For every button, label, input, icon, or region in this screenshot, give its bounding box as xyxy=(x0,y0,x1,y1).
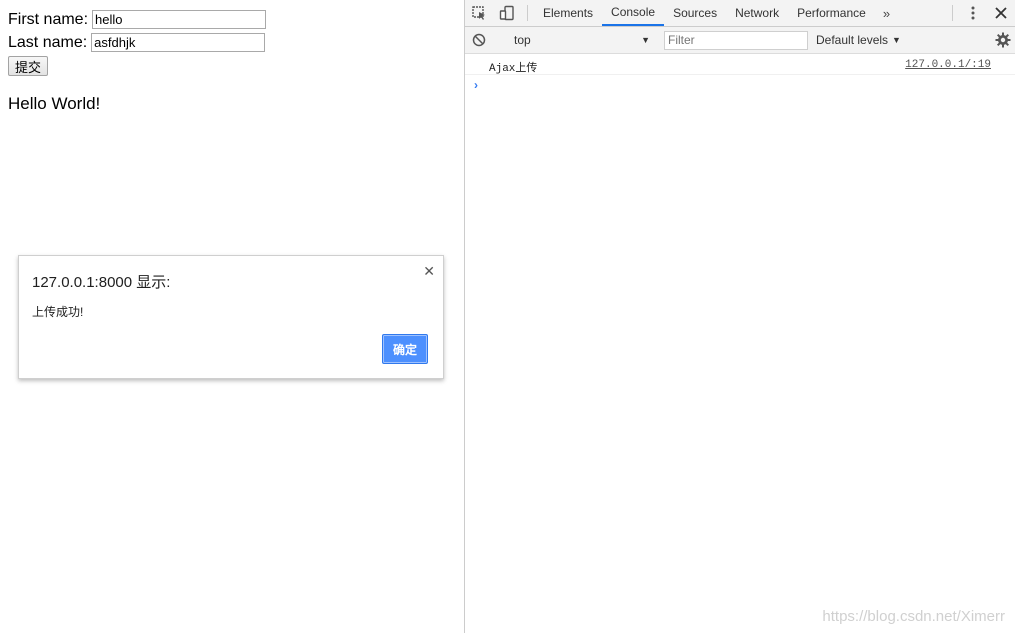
devtools-panel: Elements Console Sources Network Perform… xyxy=(464,0,1015,633)
first-name-row: First name: xyxy=(8,10,267,29)
alert-dialog: 127.0.0.1:8000 显示: ✕ 上传成功! 确定 xyxy=(18,255,444,379)
chevron-down-icon: ▼ xyxy=(892,35,901,45)
first-name-label: First name: xyxy=(8,10,89,28)
hello-text: Hello World! xyxy=(8,94,101,113)
console-message: Ajax上传 xyxy=(489,63,538,75)
console-prompt-icon[interactable]: › xyxy=(474,78,478,92)
close-devtools-icon[interactable] xyxy=(987,0,1015,26)
watermark-text: https://blog.csdn.net/Ximerr xyxy=(822,608,1005,625)
more-tabs-icon[interactable]: » xyxy=(875,0,898,26)
submit-button[interactable]: 提交 xyxy=(8,56,49,76)
first-name-input[interactable] xyxy=(92,10,267,29)
console-toolbar: top ▼ Default levels ▼ xyxy=(465,27,1015,54)
close-icon[interactable]: ✕ xyxy=(423,263,435,280)
tabbar-right-controls xyxy=(946,0,1015,26)
tabbar-separator xyxy=(952,5,953,21)
filter-input[interactable] xyxy=(664,30,808,50)
tabbar-separator xyxy=(527,5,528,21)
tab-console[interactable]: Console xyxy=(602,0,665,26)
kebab-menu-icon[interactable] xyxy=(959,0,987,26)
tab-elements[interactable]: Elements xyxy=(534,0,602,26)
last-name-row: Last name: xyxy=(8,33,266,52)
log-levels-dropdown[interactable]: Default levels ▼ xyxy=(816,33,901,47)
last-name-label: Last name: xyxy=(8,33,88,51)
ok-button[interactable]: 确定 xyxy=(382,334,428,364)
clear-console-icon[interactable] xyxy=(465,33,493,47)
context-value: top xyxy=(514,33,531,47)
tab-sources[interactable]: Sources xyxy=(664,0,726,26)
context-selector[interactable]: top ▼ xyxy=(506,33,650,47)
console-log-entry: Ajax上传 127.0.0.1/:19 xyxy=(465,55,1015,75)
tab-performance[interactable]: Performance xyxy=(788,0,875,26)
inspect-element-icon[interactable] xyxy=(465,0,493,26)
log-levels-label: Default levels xyxy=(816,33,889,47)
chevron-down-icon: ▼ xyxy=(641,35,650,45)
page-viewport: First name: Last name: 提交 Hello World! 1… xyxy=(0,0,464,633)
console-source-link[interactable]: 127.0.0.1/:19 xyxy=(905,59,991,71)
alert-message: 上传成功! xyxy=(32,305,84,319)
devtools-tabbar: Elements Console Sources Network Perform… xyxy=(465,0,1015,27)
last-name-input[interactable] xyxy=(91,33,266,52)
alert-title: 127.0.0.1:8000 显示: xyxy=(32,274,171,291)
browser-window: First name: Last name: 提交 Hello World! 1… xyxy=(0,0,1015,633)
gear-icon[interactable] xyxy=(995,32,1011,48)
device-toolbar-icon[interactable] xyxy=(493,0,521,26)
tab-network[interactable]: Network xyxy=(726,0,788,26)
